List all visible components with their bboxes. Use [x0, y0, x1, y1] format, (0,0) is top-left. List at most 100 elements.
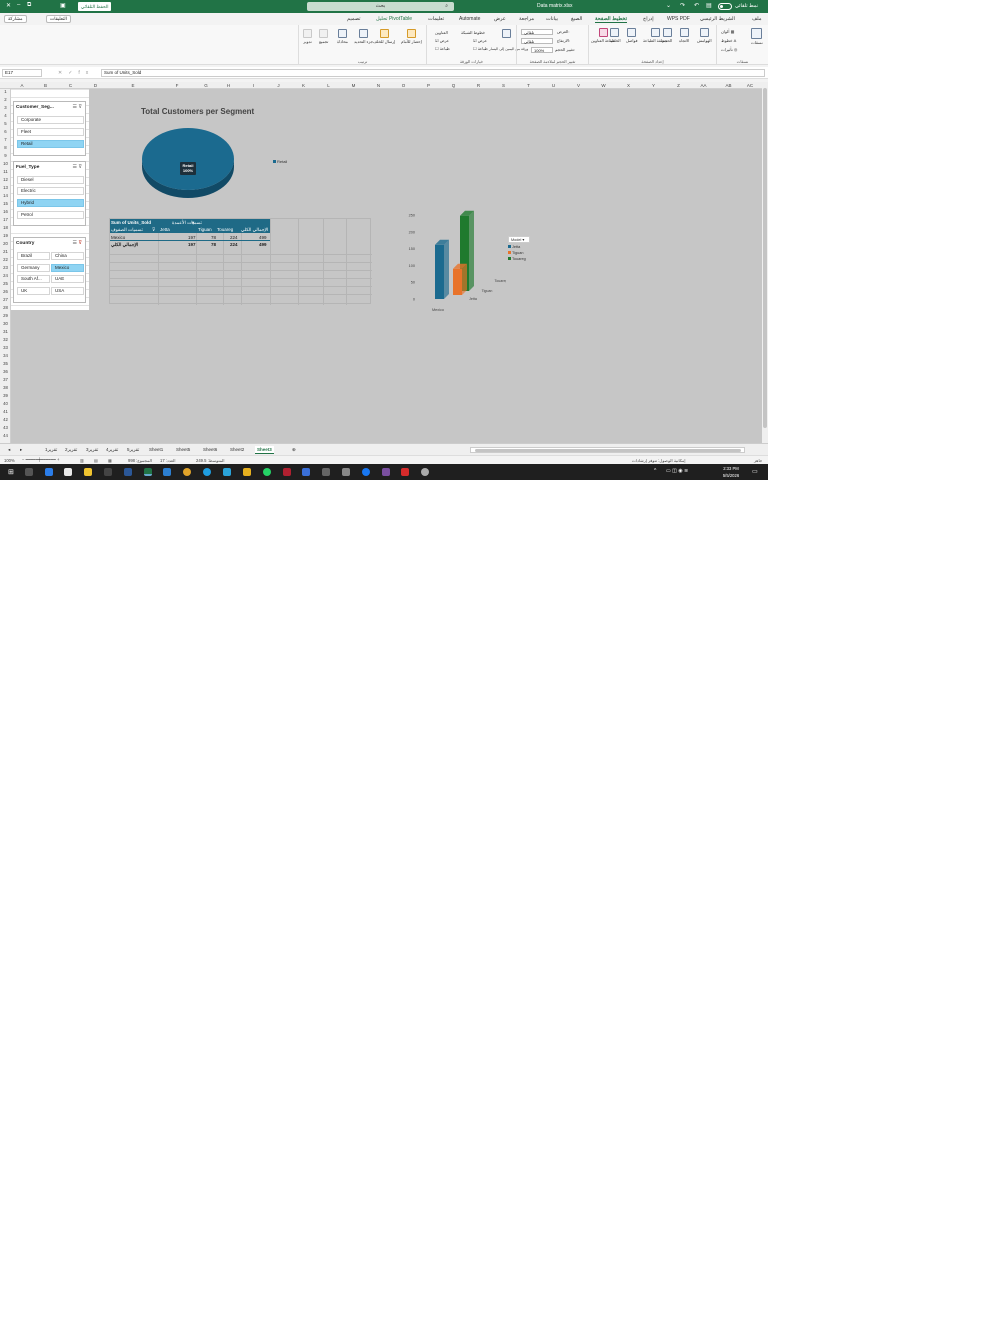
tab-data[interactable]: بيانات [546, 16, 558, 22]
wps-icon[interactable] [401, 468, 409, 476]
share-button[interactable]: مشاركة [4, 15, 27, 23]
row-header[interactable]: 13 [0, 185, 11, 190]
sheet-tab-sheet1[interactable]: Sheet1 [147, 446, 165, 454]
bar-tiguan[interactable] [453, 268, 462, 295]
app-icon[interactable] [302, 468, 310, 476]
zoom-level[interactable]: 100% [4, 458, 15, 463]
row-header[interactable]: 38 [0, 385, 11, 390]
colors-button[interactable]: ألوان ▦ [721, 29, 734, 34]
ribbon-display-icon[interactable]: ▣ [60, 2, 66, 9]
gridlines-print-checkbox[interactable]: ☐ طباعة [473, 46, 488, 51]
row-header[interactable]: 43 [0, 425, 11, 430]
tab-design[interactable]: تصميم [347, 16, 360, 22]
facebook-icon[interactable] [362, 468, 370, 476]
column-header[interactable]: H [216, 83, 241, 88]
tab-insert[interactable]: إدراج [643, 16, 654, 22]
multi-select-icon[interactable]: ☰ [72, 164, 76, 170]
clock-time[interactable]: 2:33 PM [718, 466, 744, 471]
close-icon[interactable]: ✕ [6, 2, 11, 9]
slicer-item-diesel[interactable]: Diesel [17, 176, 84, 184]
column-header[interactable]: L [316, 83, 341, 88]
column-header[interactable]: C [58, 83, 83, 88]
column-header[interactable]: U [541, 83, 566, 88]
row-header[interactable]: 39 [0, 393, 11, 398]
sheet-tab-sheet6[interactable]: Sheet6 [201, 446, 219, 454]
column-header[interactable]: V [566, 83, 591, 88]
clock-date[interactable]: 5/5/2026 [718, 473, 744, 478]
row-header[interactable]: 29 [0, 313, 11, 318]
tab-home[interactable]: الشريط الرئيسي [700, 16, 735, 22]
effects-button[interactable]: تأثيرات ◎ [721, 47, 737, 52]
customize-qat-icon[interactable]: ⌄ [666, 2, 671, 9]
undo-icon[interactable]: ↶ [694, 2, 699, 9]
slicer-item-uae[interactable]: UAE [51, 275, 84, 283]
tray-chevron-icon[interactable]: ^ [654, 468, 656, 474]
formula-input[interactable]: Sum of Units_Sold [101, 69, 765, 77]
row-header[interactable]: 11 [0, 169, 11, 174]
row-header[interactable]: 6 [0, 129, 11, 134]
column-header[interactable]: F [158, 83, 196, 88]
background-button[interactable]: الخلفية [609, 28, 621, 43]
row-header[interactable]: 40 [0, 401, 11, 406]
margins-button[interactable]: الهوامش [697, 28, 712, 43]
slicer-item-corporate[interactable]: Corporate [17, 116, 84, 124]
row-header[interactable]: 4 [0, 113, 11, 118]
horizontal-scroll-thumb[interactable] [475, 449, 741, 452]
slicer-item-china[interactable]: China [51, 252, 84, 260]
app-icon[interactable] [283, 468, 291, 476]
slicer-customer-segment[interactable]: Customer_Seg... ☰ ⊽ Corporate Fleet Reta… [13, 101, 86, 156]
row-header[interactable]: 14 [0, 193, 11, 198]
vertical-scrollbar[interactable] [762, 82, 768, 443]
column-header[interactable]: D [83, 83, 108, 88]
column-header[interactable]: K [291, 83, 316, 88]
slicer-item-retail[interactable]: Retail [17, 140, 84, 148]
app-icon[interactable] [64, 468, 72, 476]
sheet-tab-report3[interactable]: تقرير3 [84, 446, 100, 454]
comments-button[interactable]: التعليقات [46, 15, 71, 23]
bar-chart[interactable]: 0 50 100 150 200 250 Mexico Jetta Tiguan Touareg [391, 204, 506, 314]
slicer-item-petrol[interactable]: Petrol [17, 211, 84, 219]
row-header[interactable]: 30 [0, 321, 11, 326]
slicer-country[interactable]: Country ☰ ⊽ Brazil China Germany Mexico … [13, 237, 86, 303]
row-header[interactable]: 8 [0, 145, 11, 150]
row-header[interactable]: 27 [0, 297, 11, 302]
row-header[interactable]: 16 [0, 209, 11, 214]
slicer-item-electric[interactable]: Electric [17, 187, 84, 195]
column-header[interactable]: T [516, 83, 541, 88]
slicer-item-germany[interactable]: Germany [17, 264, 50, 272]
slicer-item-south-africa[interactable]: South Af... [17, 275, 50, 283]
column-header[interactable]: M [341, 83, 366, 88]
tab-page-layout[interactable]: تخطيط الصفحة [595, 16, 628, 23]
orientation-button[interactable]: الاتجاه [679, 28, 689, 43]
headings-print-checkbox[interactable]: ☐ طباعة [435, 46, 450, 51]
bar-jetta[interactable] [435, 244, 444, 299]
sheet-tab-sheet2[interactable]: Sheet2 [228, 446, 246, 454]
zoom-slider[interactable]: − ━━━━━┿━━━━━━ + [22, 457, 59, 462]
row-header[interactable]: 21 [0, 249, 11, 254]
worksheet[interactable]: Customer_Seg... ☰ ⊽ Corporate Fleet Reta… [11, 89, 762, 443]
clear-filter-icon[interactable]: ⊽ [78, 240, 82, 246]
slicer-item-usa[interactable]: USA [51, 287, 84, 295]
clear-filter-icon[interactable]: ⊽ [78, 164, 82, 170]
column-header[interactable]: J [266, 83, 291, 88]
name-box[interactable]: E17 [2, 69, 42, 77]
tab-file[interactable]: ملف [752, 16, 762, 22]
tab-wps-pdf[interactable]: WPS PDF [667, 16, 690, 22]
slicer-item-uk[interactable]: UK [17, 287, 50, 295]
sheet-tab-sheet3[interactable]: Sheet3 [255, 446, 274, 454]
column-header[interactable]: AB [716, 83, 741, 88]
column-header[interactable]: Z [666, 83, 691, 88]
group-objects-button[interactable]: تجميع [319, 29, 328, 44]
row-header[interactable]: 7 [0, 137, 11, 142]
column-header[interactable]: Q [441, 83, 466, 88]
pivot-table[interactable]: Sum of Units_Sold تسميات الأعمدة ▾ تسميا… [109, 218, 372, 305]
row-header[interactable]: 26 [0, 289, 11, 294]
windows-start-icon[interactable]: ⊞ [8, 468, 14, 476]
tab-pivot-analyze[interactable]: تحليل PivotTable [376, 16, 412, 22]
pie-chart[interactable]: Retail100% [141, 121, 261, 201]
tab-help[interactable]: تعليمات [428, 16, 444, 22]
column-header[interactable]: B [33, 83, 58, 88]
status-accessibility[interactable]: إمكانية الوصول: تتوفر إرشادات [632, 458, 686, 463]
tray-icons[interactable]: ▭ ◫ ◉ ≋ [666, 468, 688, 474]
pivot-total-row[interactable]: الإجمالي الكلي 197 78 224 499 [110, 241, 270, 248]
